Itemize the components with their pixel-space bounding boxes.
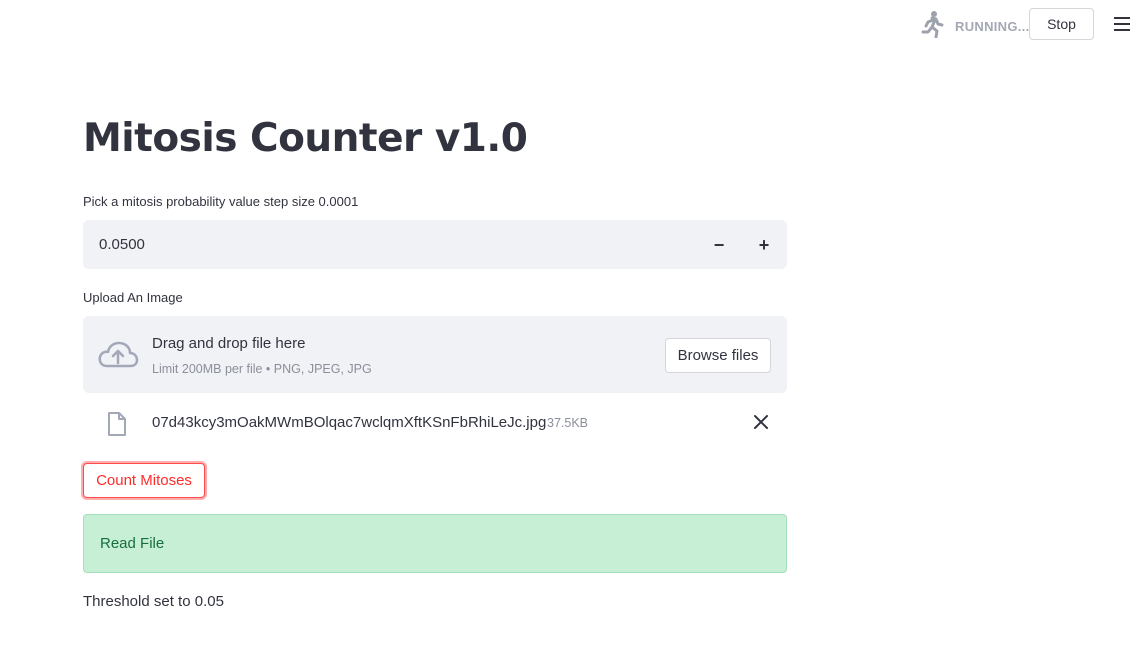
cloud-upload-icon [98,341,139,368]
uploaded-file-size: 37.5KB [547,416,589,430]
dropzone-limit-text: Limit 200MB per file • PNG, JPEG, JPG [152,362,372,376]
hamburger-menu-icon[interactable] [1113,15,1131,33]
close-icon[interactable] [751,412,771,432]
probability-number-input: − + [83,220,787,269]
probability-value-field[interactable] [99,236,659,253]
app-header: RUNNING... Stop [0,0,1146,52]
upload-label: Upload An Image [83,290,183,305]
stop-button[interactable]: Stop [1029,8,1094,40]
page-title: Mitosis Counter v1.0 [83,116,528,161]
file-icon [108,412,126,436]
running-man-icon [921,11,944,38]
step-size-label: Pick a mitosis probability value step si… [83,194,359,209]
count-mitoses-button[interactable]: Count Mitoses [83,463,205,498]
decrement-button[interactable]: − [702,228,736,262]
success-message: Read File [100,535,165,552]
uploaded-file-name: 07d43kcy3mOakMWmBOlqac7wclqmXftKSnFbRhiL… [152,414,547,431]
running-status: RUNNING... [955,19,1030,34]
dropzone-title: Drag and drop file here [152,335,306,352]
uploaded-file-row: 07d43kcy3mOakMWmBOlqac7wclqmXftKSnFbRhiL… [83,406,787,442]
browse-files-button[interactable]: Browse files [665,338,771,373]
success-alert: Read File [83,514,787,573]
threshold-text: Threshold set to 0.05 [83,593,224,610]
file-dropzone[interactable]: Drag and drop file here Limit 200MB per … [83,316,787,393]
increment-button[interactable]: + [747,228,781,262]
